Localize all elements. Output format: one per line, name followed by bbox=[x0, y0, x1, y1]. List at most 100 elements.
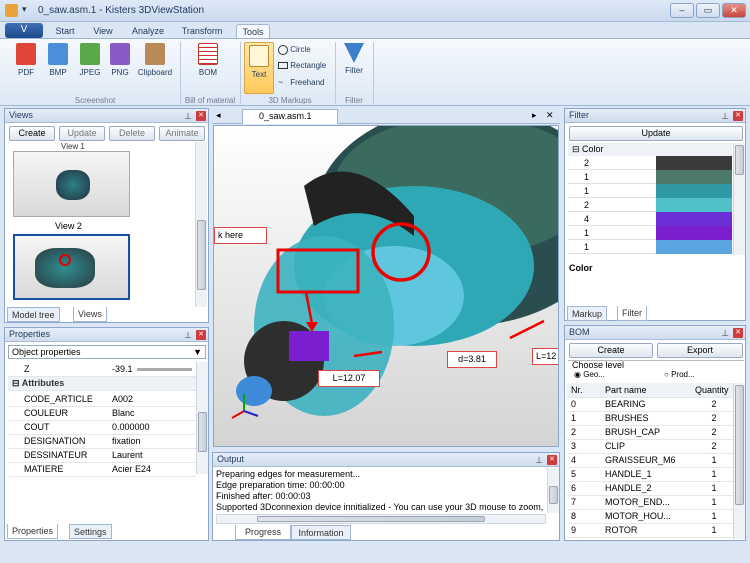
bom-button[interactable]: BOM bbox=[193, 43, 223, 77]
create-view-button[interactable]: Create bbox=[9, 126, 55, 141]
filter-scrollbar[interactable] bbox=[733, 143, 745, 255]
pin-icon[interactable]: ⊥ bbox=[721, 110, 729, 123]
dimension-label[interactable]: L=12.07 bbox=[318, 370, 380, 387]
table-row[interactable]: DESSINATEUR Laurent bbox=[8, 448, 196, 463]
app-icon[interactable] bbox=[5, 4, 18, 17]
property-value[interactable]: Blanc bbox=[108, 406, 196, 421]
quick-access-icon[interactable]: ▾ bbox=[22, 4, 27, 15]
close-icon[interactable]: ✕ bbox=[196, 111, 206, 121]
scroll-thumb[interactable] bbox=[735, 385, 744, 505]
app-menu-button[interactable]: V bbox=[5, 23, 43, 38]
property-value[interactable]: fixation bbox=[108, 434, 196, 449]
png-button[interactable]: PNG bbox=[106, 43, 134, 77]
update-view-button[interactable]: Update bbox=[59, 126, 105, 141]
table-row[interactable]: 9 ROTOR 1 bbox=[567, 523, 733, 538]
minimize-button[interactable]: – bbox=[670, 3, 694, 18]
table-row[interactable]: COULEUR Blanc bbox=[8, 406, 196, 421]
maximize-button[interactable]: ▭ bbox=[696, 3, 720, 18]
animate-view-button[interactable]: Animate bbox=[159, 126, 205, 141]
attributes-section[interactable]: ⊟ Attributes bbox=[8, 376, 196, 391]
tab-analyze[interactable]: Analyze bbox=[128, 24, 168, 39]
text-markup-button[interactable]: Text bbox=[244, 42, 274, 94]
scroll-thumb[interactable] bbox=[549, 486, 558, 504]
z-slider[interactable] bbox=[136, 367, 192, 371]
tab-filter[interactable]: Filter bbox=[617, 306, 647, 321]
delete-view-button[interactable]: Delete bbox=[109, 126, 155, 141]
circle-markup-button[interactable]: Circle bbox=[278, 45, 311, 55]
output-hscrollbar[interactable] bbox=[216, 514, 546, 524]
tab-views[interactable]: Views bbox=[73, 307, 107, 322]
view-thumbnail-3[interactable] bbox=[13, 234, 130, 300]
scroll-thumb[interactable] bbox=[198, 412, 207, 452]
views-scrollbar[interactable] bbox=[195, 142, 207, 307]
property-value[interactable]: Acier E24 bbox=[108, 462, 196, 477]
tab-progress[interactable]: Progress bbox=[235, 525, 291, 540]
bmp-button[interactable]: BMP bbox=[44, 43, 72, 77]
tab-markup[interactable]: Markup bbox=[567, 306, 608, 321]
pin-icon[interactable]: ⊥ bbox=[721, 327, 729, 340]
close-icon[interactable]: ✕ bbox=[733, 328, 743, 338]
filter-row[interactable]: 1 bbox=[568, 170, 732, 184]
tab-settings[interactable]: Settings bbox=[69, 524, 112, 539]
close-icon[interactable]: ✕ bbox=[547, 455, 557, 465]
tab-information[interactable]: Information bbox=[291, 525, 351, 540]
view-thumbnail-2[interactable] bbox=[13, 151, 130, 217]
pin-icon[interactable]: ⊥ bbox=[184, 329, 192, 342]
property-value[interactable]: 0.000000 bbox=[108, 420, 196, 435]
property-value[interactable]: Laurent bbox=[108, 448, 196, 463]
property-value[interactable]: A002 bbox=[108, 392, 196, 407]
rectangle-markup-button[interactable]: Rectangle bbox=[278, 61, 326, 70]
close-icon[interactable]: ✕ bbox=[733, 111, 743, 121]
table-row[interactable]: DESIGNATION fixation bbox=[8, 434, 196, 449]
properties-scrollbar[interactable] bbox=[196, 362, 208, 474]
pin-icon[interactable]: ⊥ bbox=[535, 454, 543, 467]
table-row[interactable]: 2 BRUSH_CAP 2 bbox=[567, 425, 733, 440]
header-quantity[interactable]: Quantity bbox=[691, 383, 733, 398]
tab-view[interactable]: View bbox=[88, 24, 118, 39]
pin-icon[interactable]: ⊥ bbox=[184, 110, 192, 123]
filter-update-button[interactable]: Update bbox=[569, 126, 743, 141]
table-row[interactable]: 4 GRAISSEUR_M6 1 bbox=[567, 453, 733, 468]
filter-row[interactable]: 2 bbox=[568, 198, 732, 212]
table-row[interactable]: 1 BRUSHES 2 bbox=[567, 411, 733, 426]
document-tab[interactable]: 0_saw.asm.1 bbox=[242, 109, 338, 124]
tab-start[interactable]: Start bbox=[50, 24, 80, 39]
table-row[interactable]: 6 HANDLE_2 1 bbox=[567, 481, 733, 496]
scroll-thumb[interactable] bbox=[257, 516, 485, 522]
filter-row[interactable]: 1 bbox=[568, 184, 732, 198]
filter-row[interactable]: 4 bbox=[568, 212, 732, 226]
tab-scroll-left-icon[interactable]: ◂ bbox=[216, 110, 221, 121]
object-properties-dropdown[interactable]: Object properties ▼ bbox=[8, 345, 206, 359]
clipboard-button[interactable]: Clipboard bbox=[135, 43, 175, 77]
tab-properties[interactable]: Properties bbox=[7, 524, 59, 539]
3d-viewport[interactable]: k here L=12.07 d=3.81 L=12 bbox=[213, 125, 559, 447]
scroll-thumb[interactable] bbox=[735, 145, 744, 175]
table-row[interactable]: CODE_ARTICLE A002 bbox=[8, 392, 196, 407]
scroll-thumb[interactable] bbox=[197, 220, 206, 290]
output-scrollbar[interactable] bbox=[547, 468, 559, 513]
level-geo-radio[interactable]: ◉ Geo... bbox=[574, 370, 605, 379]
text-markup[interactable]: k here bbox=[214, 227, 267, 244]
header-nr[interactable]: Nr. bbox=[567, 383, 601, 398]
bom-export-button[interactable]: Export bbox=[657, 343, 743, 358]
filter-button[interactable]: Filter bbox=[340, 43, 368, 75]
jpeg-button[interactable]: JPEG bbox=[76, 43, 104, 77]
table-row[interactable]: MATIERE Acier E24 bbox=[8, 462, 196, 477]
bom-create-button[interactable]: Create bbox=[569, 343, 653, 358]
tab-tools[interactable]: Tools bbox=[236, 24, 270, 39]
table-row[interactable]: 3 CLIP 2 bbox=[567, 439, 733, 454]
header-part-name[interactable]: Part name bbox=[601, 383, 691, 398]
tab-model-tree[interactable]: Model tree bbox=[7, 307, 60, 322]
table-row[interactable]: 8 MOTOR_HOU... 1 bbox=[567, 509, 733, 524]
level-prod-radio[interactable]: ○ Prod... bbox=[664, 370, 695, 379]
tab-transform[interactable]: Transform bbox=[178, 24, 226, 39]
table-row[interactable]: 7 MOTOR_END... 1 bbox=[567, 495, 733, 510]
property-value[interactable]: -39.1 bbox=[108, 362, 196, 377]
tab-scroll-right-icon[interactable]: ▸ bbox=[532, 110, 537, 121]
close-icon[interactable]: ✕ bbox=[196, 330, 206, 340]
pdf-button[interactable]: PDF bbox=[12, 43, 40, 77]
close-button[interactable]: ✕ bbox=[722, 3, 746, 18]
table-row[interactable]: 5 HANDLE_1 1 bbox=[567, 467, 733, 482]
table-row[interactable]: COUT 0.000000 bbox=[8, 420, 196, 435]
filter-row[interactable]: 1 bbox=[568, 240, 732, 254]
